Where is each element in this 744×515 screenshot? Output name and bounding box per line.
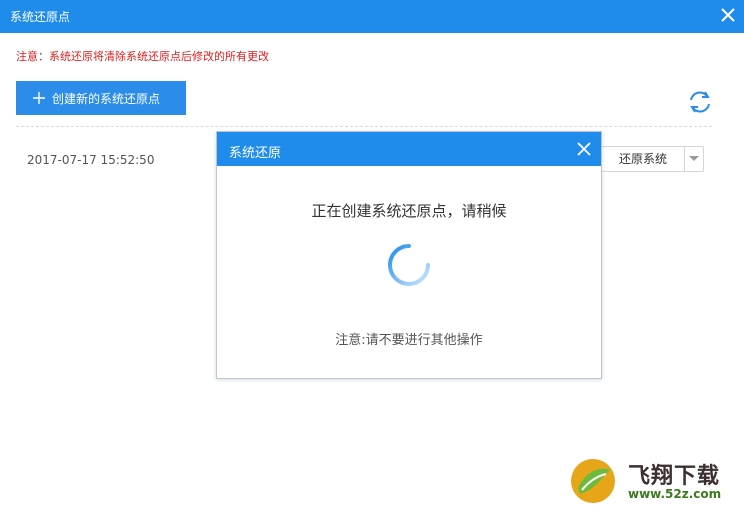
restore-system-button[interactable]: 还原系统 (601, 146, 704, 172)
divider (16, 126, 712, 127)
dialog-message: 正在创建系统还原点，请稍候 (311, 202, 507, 220)
loading-spinner-icon (388, 244, 430, 286)
close-icon[interactable] (718, 5, 738, 25)
create-button-label: 创建新的系统还原点 (52, 91, 161, 106)
chevron-down-icon[interactable] (685, 147, 703, 171)
system-restore-dialog: 系统还原 正在创建系统还原点，请稍候 注意:请不要进行其他操作 (216, 131, 602, 379)
watermark-logo: 飞翔下载 www.52z.com (568, 456, 740, 510)
window-titlebar: 系统还原点 (0, 0, 744, 33)
plus-icon (33, 92, 45, 104)
window-title: 系统还原点 (10, 10, 71, 24)
watermark-name: 飞翔下载 (628, 464, 721, 489)
watermark-url: www.52z.com (628, 487, 722, 501)
close-icon[interactable] (575, 140, 593, 158)
dialog-header: 系统还原 (217, 132, 601, 166)
notice-text: 注意：系统还原将清除系统还原点后修改的所有更改 (16, 50, 269, 63)
restore-system-label[interactable]: 还原系统 (602, 147, 685, 171)
create-restore-point-button[interactable]: 创建新的系统还原点 (16, 81, 186, 115)
restore-point-date: 2017-07-17 15:52:50 (27, 153, 155, 167)
refresh-icon[interactable] (686, 89, 714, 115)
dialog-warning: 注意:请不要进行其他操作 (335, 333, 483, 348)
dialog-title: 系统还原 (229, 146, 282, 161)
logo-icon (571, 459, 615, 503)
